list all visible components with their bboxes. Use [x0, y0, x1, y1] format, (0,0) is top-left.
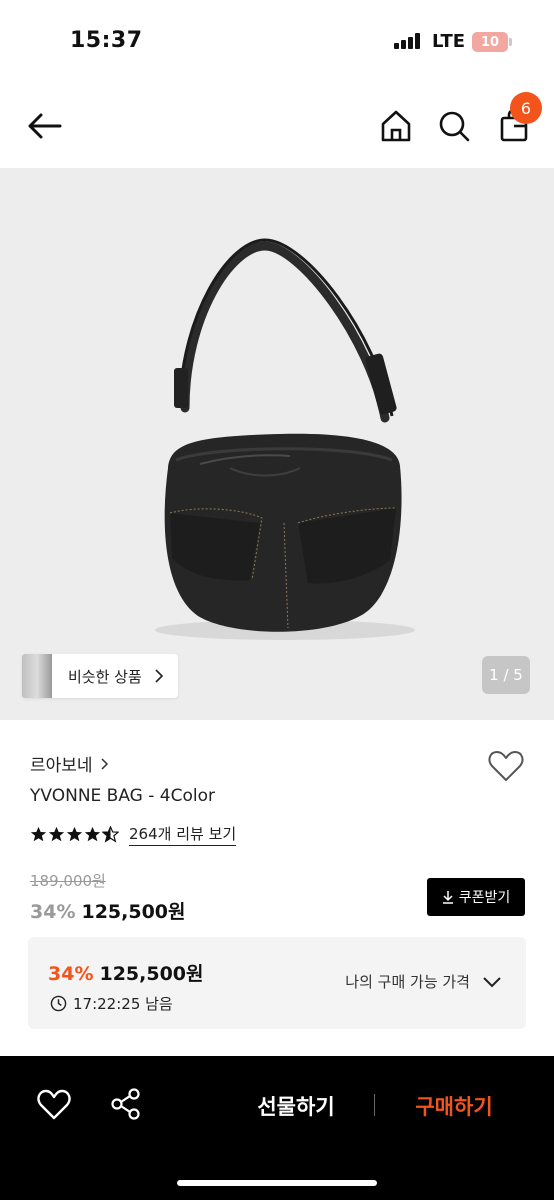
half-star-icon — [102, 826, 119, 843]
star-icon — [30, 826, 47, 842]
clock-icon — [50, 995, 67, 1012]
coupon-label: 쿠폰받기 — [458, 890, 511, 906]
my-price-value: 125,500원 — [99, 963, 204, 985]
price-row: 34% 125,500원 — [30, 897, 186, 924]
my-price-toggle-label: 나의 구매 가능 가격 — [345, 973, 470, 991]
wishlist-heart-icon[interactable] — [36, 1088, 72, 1122]
coupon-download-button[interactable]: 쿠폰받기 — [427, 878, 525, 916]
brand-link[interactable]: 르아보네 — [30, 751, 111, 776]
download-icon — [442, 891, 453, 904]
buy-button[interactable]: 구매하기 — [384, 1086, 524, 1126]
battery-icon: 10 — [472, 32, 508, 52]
top-nav: 6 — [0, 84, 554, 168]
star-icon — [66, 826, 83, 842]
image-pager: 1 / 5 — [482, 656, 530, 694]
chevron-right-icon — [101, 757, 108, 770]
similar-label: 비슷한 상품 — [68, 667, 142, 686]
similar-thumbnail — [22, 654, 52, 698]
battery-tip — [509, 38, 512, 46]
star-icon — [84, 826, 101, 842]
cart-count-badge: 6 — [510, 92, 542, 124]
chevron-right-icon — [155, 669, 163, 683]
countdown-timer: 17:22:25 남음 — [50, 993, 173, 1014]
discount-rate: 34% — [30, 901, 76, 923]
sale-price: 125,500원 — [81, 901, 186, 923]
my-price-row: 34% 125,500원 — [48, 959, 204, 986]
star-icon — [48, 826, 65, 842]
back-arrow-icon[interactable] — [22, 106, 66, 146]
share-icon[interactable] — [108, 1086, 144, 1122]
my-price-toggle[interactable]: 나의 구매 가능 가격 — [345, 971, 502, 992]
network-label: LTE — [432, 31, 466, 52]
product-photo — [155, 238, 415, 640]
status-bar: 15:37 LTE 10 — [0, 0, 554, 84]
review-link[interactable]: 264개 리뷰 보기 — [129, 823, 237, 846]
brand-name: 르아보네 — [30, 756, 93, 776]
home-indicator — [177, 1180, 377, 1186]
button-divider — [374, 1094, 375, 1116]
battery-level: 10 — [480, 34, 500, 50]
signal-icon — [394, 33, 420, 49]
similar-products-button[interactable]: 비슷한 상품 — [22, 654, 178, 698]
search-icon[interactable] — [434, 106, 474, 146]
wishlist-heart-icon[interactable] — [486, 748, 526, 784]
my-discount-rate: 34% — [48, 963, 94, 985]
bottom-action-bar: 선물하기 구매하기 — [0, 1056, 554, 1200]
original-price: 189,000원 — [30, 872, 106, 890]
timer-text: 17:22:25 남음 — [73, 995, 173, 1013]
my-price-box: 34% 125,500원 17:22:25 남음 나의 구매 가능 가격 — [28, 937, 526, 1029]
home-icon[interactable] — [376, 106, 416, 146]
star-rating — [30, 826, 119, 843]
gift-button[interactable]: 선물하기 — [226, 1086, 366, 1126]
rating-row: 264개 리뷰 보기 — [30, 823, 237, 846]
product-image-carousel[interactable]: 비슷한 상품 1 / 5 — [0, 168, 554, 720]
product-name: YVONNE BAG - 4Color — [30, 786, 215, 806]
status-time: 15:37 — [70, 28, 143, 53]
chevron-down-icon — [483, 976, 501, 987]
